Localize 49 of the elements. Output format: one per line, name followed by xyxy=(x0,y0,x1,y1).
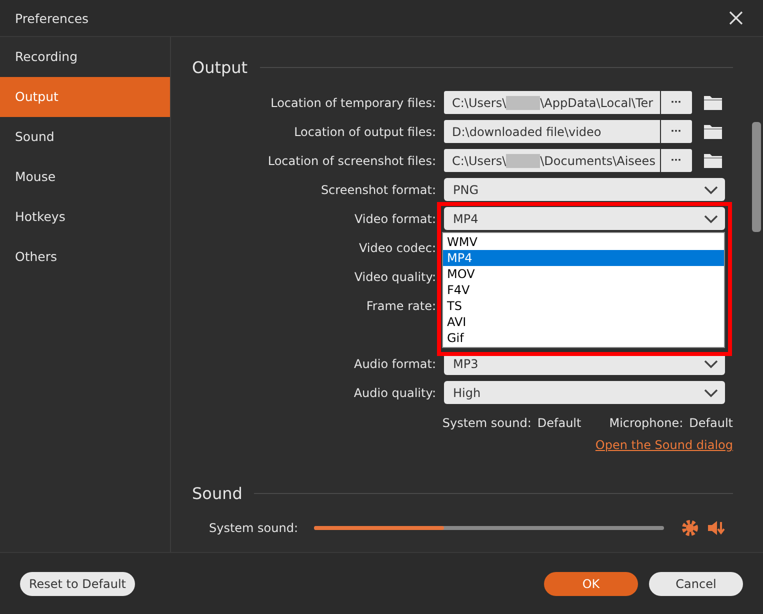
window-title: Preferences xyxy=(15,10,89,26)
cancel-button[interactable]: Cancel xyxy=(649,572,743,596)
scrollbar[interactable] xyxy=(752,122,761,232)
device-label: System sound: xyxy=(442,416,532,430)
device-value: Default xyxy=(537,416,582,430)
folder-icon[interactable] xyxy=(703,94,723,111)
field-label: Video codec: xyxy=(358,240,437,254)
folder-icon[interactable] xyxy=(703,123,723,140)
dropdown-option[interactable]: Gif xyxy=(443,330,724,346)
sidebar-item[interactable]: Sound xyxy=(0,117,170,157)
field-label: Video format: xyxy=(353,212,437,226)
sound-dialog-link[interactable]: Open the Sound dialog xyxy=(595,438,733,456)
field-label: Location of temporary files: xyxy=(270,96,437,110)
sidebar-item[interactable]: Mouse xyxy=(0,157,170,197)
device-label: Microphone: xyxy=(609,416,684,430)
folder-icon[interactable] xyxy=(703,152,723,169)
dropdown-option[interactable]: MOV xyxy=(443,266,724,282)
dropdown-option[interactable]: AVI xyxy=(443,314,724,330)
field-label: Location of output files: xyxy=(293,124,437,138)
dropdown-option[interactable]: MP4 xyxy=(443,250,724,266)
field-label: Video quality: xyxy=(353,270,437,284)
speaker-icon[interactable] xyxy=(707,519,725,537)
slider-label: System sound: xyxy=(208,521,299,535)
reset-button[interactable]: Reset to Default xyxy=(20,572,135,596)
device-value: Default xyxy=(689,416,733,430)
section-heading: Output xyxy=(192,58,248,76)
dropdown-option[interactable]: WMV xyxy=(443,234,724,250)
field-label: Audio format: xyxy=(352,356,437,370)
dropdown[interactable]: MP4 xyxy=(444,207,725,230)
close-icon[interactable] xyxy=(728,10,744,26)
section-heading: Sound xyxy=(192,484,242,502)
path-field[interactable]: C:\Users\ \Documents\Aisees xyxy=(444,149,660,172)
dropdown[interactable]: High xyxy=(444,381,725,404)
sidebar-item[interactable]: Recording xyxy=(0,37,170,77)
field-label: Audio quality: xyxy=(352,386,437,400)
ok-button[interactable]: OK xyxy=(544,572,638,596)
gear-icon[interactable] xyxy=(681,519,699,537)
slider-track[interactable] xyxy=(314,526,664,530)
dropdown-option[interactable]: F4V xyxy=(443,282,724,298)
sidebar-item[interactable]: Output xyxy=(0,77,170,117)
field-label: Frame rate: xyxy=(365,298,437,312)
path-field[interactable]: C:\Users\ \AppData\Local\Ter xyxy=(444,91,660,114)
dropdown-option[interactable]: TS xyxy=(443,298,724,314)
field-label: Location of screenshot files: xyxy=(266,154,437,168)
field-label: Screenshot format: xyxy=(320,182,437,196)
sidebar-item[interactable]: Others xyxy=(0,237,170,277)
path-field[interactable]: D:\downloaded file\video xyxy=(444,120,660,143)
sidebar-item[interactable]: Hotkeys xyxy=(0,197,170,237)
dropdown[interactable]: PNG xyxy=(444,178,725,201)
